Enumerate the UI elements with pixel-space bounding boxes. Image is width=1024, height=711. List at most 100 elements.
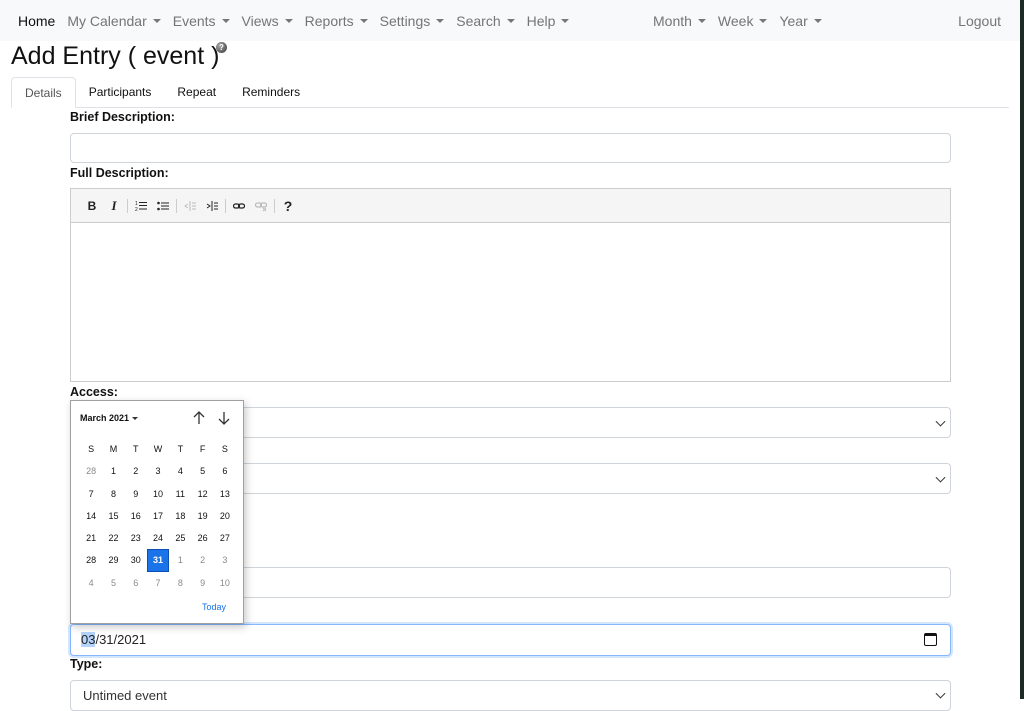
- help-button[interactable]: ?: [277, 195, 299, 217]
- tab-details[interactable]: Details: [11, 77, 76, 108]
- calendar-day[interactable]: 12: [191, 483, 213, 505]
- calendar-day[interactable]: 5: [191, 460, 213, 482]
- caret-down-icon: [759, 19, 768, 23]
- caret-down-icon: [697, 19, 706, 23]
- calendar-day[interactable]: 14: [80, 505, 102, 527]
- previous-month-arrow-icon[interactable]: [191, 410, 207, 426]
- help-icon: ?: [283, 197, 293, 214]
- tab-participants[interactable]: Participants: [76, 77, 165, 108]
- caret-down-icon: [436, 19, 445, 23]
- unlink-button[interactable]: [250, 195, 272, 217]
- calendar-day[interactable]: 18: [169, 505, 191, 527]
- calendar-day[interactable]: 17: [147, 505, 169, 527]
- nav-left-group: Home My Calendar Events Views Reports Setting…: [0, 13, 581, 29]
- calendar-day[interactable]: 20: [214, 505, 236, 527]
- calendar-day[interactable]: 2: [191, 549, 213, 571]
- editor-toolbar: B I 1 2?: [71, 189, 950, 223]
- brief-description-input[interactable]: [70, 133, 951, 163]
- calendar-day[interactable]: 3: [147, 460, 169, 482]
- calendar-day[interactable]: 6: [125, 572, 147, 594]
- caret-down-icon: [359, 19, 368, 23]
- nav-view-group: Month Week Year: [653, 0, 834, 41]
- bold-button[interactable]: B: [81, 195, 103, 217]
- calendar-icon[interactable]: [924, 633, 937, 646]
- calendar-day[interactable]: 3: [214, 549, 236, 571]
- calendar-day[interactable]: 27: [214, 527, 236, 549]
- calendar-day[interactable]: 16: [125, 505, 147, 527]
- nav-label: Month: [653, 12, 692, 29]
- nav-help[interactable]: Help: [527, 13, 570, 29]
- calendar-day[interactable]: 23: [125, 527, 147, 549]
- toolbar-separator: [127, 198, 128, 213]
- logout-link[interactable]: Logout: [958, 13, 1001, 29]
- calendar-day[interactable]: 21: [80, 527, 102, 549]
- calendar-day[interactable]: 2: [125, 460, 147, 482]
- calendar-day[interactable]: 13: [214, 483, 236, 505]
- weekday-header: F: [199, 444, 206, 454]
- nav-week[interactable]: Week: [718, 13, 768, 29]
- calendar-day[interactable]: 8: [102, 483, 124, 505]
- chevron-down-icon: [935, 472, 946, 483]
- type-select-value: Untimed event: [83, 688, 167, 703]
- outdent-icon: [184, 200, 196, 212]
- calendar-day[interactable]: 26: [191, 527, 213, 549]
- calendar-day[interactable]: 25: [169, 527, 191, 549]
- datepicker-popup: March 2021 S M T W T F S 28 1 2 3 4 5 6 7 8 9 10 11 12 13 14 1…: [70, 400, 244, 624]
- date-day-year-segment[interactable]: /31/2021: [95, 632, 146, 647]
- tab-repeat[interactable]: Repeat: [164, 77, 229, 108]
- calendar-day[interactable]: 11: [169, 483, 191, 505]
- calendar-day[interactable]: 4: [169, 460, 191, 482]
- calendar-day[interactable]: 10: [214, 572, 236, 594]
- calendar-day[interactable]: 6: [214, 460, 236, 482]
- type-select[interactable]: Untimed event: [70, 680, 951, 711]
- calendar-day[interactable]: 30: [125, 549, 147, 571]
- month-year-selector[interactable]: March 2021: [80, 413, 139, 423]
- nav-label: Search: [456, 12, 501, 29]
- calendar-day[interactable]: 5: [102, 572, 124, 594]
- date-input[interactable]: 03/31/2021: [70, 624, 951, 656]
- next-month-arrow-icon[interactable]: [216, 410, 232, 426]
- ordered-list-button[interactable]: 12: [130, 195, 152, 217]
- calendar-day[interactable]: 29: [102, 549, 124, 571]
- calendar-day[interactable]: 9: [191, 572, 213, 594]
- calendar-day[interactable]: 8: [169, 572, 191, 594]
- calendar-day[interactable]: 7: [80, 483, 102, 505]
- unordered-list-button[interactable]: [152, 195, 174, 217]
- weekday-header: M: [109, 444, 118, 454]
- calendar-day-selected[interactable]: 31: [146, 549, 170, 572]
- calendar-day[interactable]: 4: [80, 572, 102, 594]
- italic-button[interactable]: I: [103, 195, 125, 217]
- outdent-button[interactable]: [179, 195, 201, 217]
- nav-my-calendar[interactable]: My Calendar: [67, 13, 161, 29]
- editor-content-area[interactable]: [71, 223, 950, 381]
- today-button[interactable]: Today: [202, 602, 226, 612]
- month-year-label: March 2021: [80, 413, 130, 423]
- calendar-day[interactable]: 24: [147, 527, 169, 549]
- help-icon[interactable]: ?: [216, 42, 227, 53]
- chevron-down-icon: [935, 416, 946, 427]
- date-month-segment[interactable]: 03: [81, 632, 96, 647]
- calendar-day[interactable]: 1: [102, 460, 124, 482]
- nav-search[interactable]: Search: [456, 12, 515, 29]
- nav-settings[interactable]: Settings: [380, 13, 445, 29]
- calendar-day[interactable]: 7: [147, 572, 169, 594]
- calendar-day[interactable]: 15: [102, 505, 124, 527]
- tab-reminders[interactable]: Reminders: [229, 77, 313, 108]
- calendar-day[interactable]: 9: [125, 483, 147, 505]
- calendar-day[interactable]: 19: [191, 505, 213, 527]
- nav-views[interactable]: Views: [242, 13, 293, 29]
- nav-home[interactable]: Home: [18, 13, 55, 29]
- calendar-day[interactable]: 28: [80, 549, 102, 571]
- nav-reports[interactable]: Reports: [305, 13, 368, 29]
- calendar-day[interactable]: 1: [169, 549, 191, 571]
- calendar-day[interactable]: 28: [80, 460, 102, 482]
- calendar-day[interactable]: 10: [147, 483, 169, 505]
- indent-button[interactable]: [201, 195, 223, 217]
- access-label: Access:: [70, 385, 118, 399]
- calendar-day[interactable]: 22: [102, 527, 124, 549]
- caret-down-icon: [506, 19, 515, 23]
- nav-year[interactable]: Year: [779, 13, 822, 29]
- nav-events[interactable]: Events: [173, 13, 230, 29]
- link-button[interactable]: [228, 195, 250, 217]
- nav-month[interactable]: Month: [653, 13, 706, 29]
